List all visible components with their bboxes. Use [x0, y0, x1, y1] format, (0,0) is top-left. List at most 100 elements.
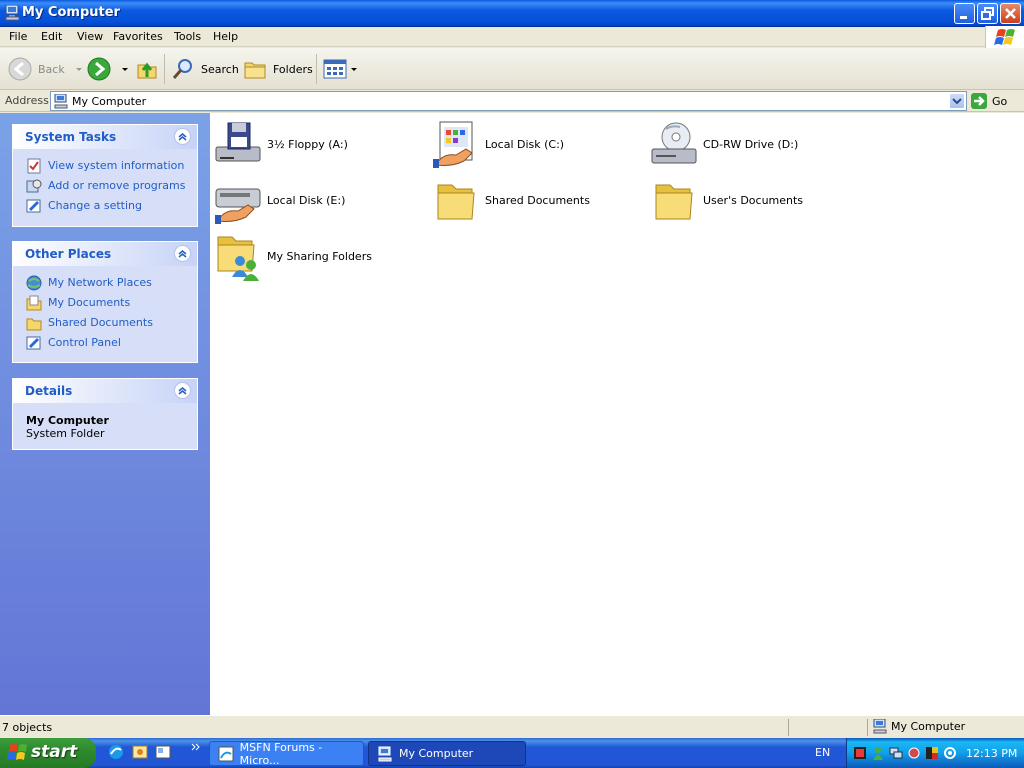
other-places-header[interactable]: Other Places — [13, 242, 197, 266]
chevron-down-icon — [952, 98, 962, 105]
tray-security-icon[interactable] — [925, 746, 939, 760]
clock[interactable]: 12:13 PM — [966, 747, 1017, 760]
collapse-icon[interactable] — [174, 382, 191, 399]
folder-icon — [26, 318, 42, 331]
object-count: 7 objects — [2, 721, 53, 734]
address-label: Address — [5, 94, 49, 107]
go-button[interactable]: Go — [970, 91, 1020, 111]
shared-disk-icon — [433, 121, 473, 168]
control-panel-icon — [26, 199, 41, 213]
folders-icon — [244, 62, 266, 79]
status-bar: 7 objects My Computer — [0, 715, 1024, 738]
start-button[interactable]: start — [0, 738, 96, 768]
show-desktop-icon[interactable] — [155, 744, 171, 760]
taskbar: start MSFN Forums - Micro... My Computer… — [0, 738, 1024, 768]
details-name: My Computer — [26, 414, 109, 427]
up-folder-icon — [137, 62, 157, 79]
address-input[interactable]: My Computer — [50, 91, 967, 111]
other-places-panel: Other Places My Network Places My Docume… — [12, 241, 198, 363]
folder-shared-documents[interactable]: Shared Documents — [428, 173, 638, 225]
folder-view: 3½ Floppy (A:) Local Disk (C:) CD-RW Dri… — [210, 113, 1024, 715]
control-panel-icon — [26, 336, 41, 350]
details-header[interactable]: Details — [13, 379, 197, 403]
place-shared-documents[interactable]: Shared Documents — [13, 313, 197, 333]
task-add-remove-programs[interactable]: Add or remove programs — [13, 176, 197, 196]
forward-button[interactable] — [87, 55, 130, 83]
task-pane: System Tasks View system information Add… — [0, 113, 210, 715]
system-tasks-panel: System Tasks View system information Add… — [12, 124, 198, 227]
menu-tools[interactable]: Tools — [174, 30, 201, 43]
place-my-documents[interactable]: My Documents — [13, 293, 197, 313]
tray-app-icon[interactable] — [853, 746, 867, 760]
tray-hardware-icon[interactable] — [907, 746, 921, 760]
close-icon — [1005, 8, 1016, 19]
explorer-window: My Computer File Edit View Favorites Too… — [0, 0, 1024, 738]
system-info-icon — [27, 158, 41, 174]
up-folder-button[interactable] — [135, 55, 159, 83]
windows-flag-icon — [994, 29, 1015, 45]
network-icon — [26, 275, 42, 291]
menu-file[interactable]: File — [9, 30, 27, 43]
system-tray: 12:13 PM — [846, 738, 1024, 768]
views-icon — [323, 59, 347, 79]
address-dropdown-button[interactable] — [949, 93, 965, 109]
place-control-panel[interactable]: Control Panel — [13, 333, 197, 353]
tray-messenger-icon[interactable] — [871, 746, 885, 760]
folders-button[interactable]: Folders — [243, 55, 313, 83]
views-button[interactable] — [323, 55, 358, 83]
details-panel: Details My Computer System Folder — [12, 378, 198, 450]
details-type: System Folder — [26, 427, 105, 440]
folder-users-documents[interactable]: User's Documents — [646, 173, 856, 225]
windows-flag-icon — [7, 744, 27, 760]
restore-button[interactable] — [977, 3, 998, 24]
sharing-folder-icon — [217, 236, 259, 281]
tray-settings-icon[interactable] — [943, 746, 957, 760]
drive-local-disk-e[interactable]: Local Disk (E:) — [210, 173, 420, 225]
drive-cd-rw-d[interactable]: CD-RW Drive (D:) — [646, 117, 856, 169]
media-quicklaunch-icon[interactable] — [132, 744, 148, 760]
task-change-setting[interactable]: Change a setting — [13, 196, 197, 216]
folder-icon — [655, 184, 693, 220]
taskbar-item-my-computer[interactable]: My Computer — [368, 741, 526, 766]
back-arrow-icon — [8, 57, 32, 81]
restore-icon — [981, 7, 994, 20]
floppy-drive-icon — [215, 122, 261, 162]
forward-arrow-icon — [87, 57, 111, 81]
drive-local-disk-c[interactable]: Local Disk (C:) — [428, 117, 638, 169]
title-bar[interactable]: My Computer — [0, 0, 1024, 27]
quicklaunch-overflow-icon[interactable] — [191, 742, 201, 752]
collapse-icon[interactable] — [174, 245, 191, 262]
taskbar-item-msfn-forums[interactable]: MSFN Forums - Micro... — [209, 741, 364, 767]
windows-logo — [985, 26, 1024, 48]
status-location: My Computer — [873, 719, 965, 734]
menu-help[interactable]: Help — [213, 30, 238, 43]
cd-drive-icon — [651, 122, 697, 164]
drive-floppy-a[interactable]: 3½ Floppy (A:) — [210, 117, 420, 169]
collapse-icon[interactable] — [174, 128, 191, 145]
minimize-button[interactable] — [954, 3, 975, 24]
browser-quicklaunch-icon[interactable] — [108, 744, 124, 760]
tray-network-icon[interactable] — [889, 746, 903, 760]
standard-toolbar: Back Search Folders — [0, 48, 1024, 90]
search-button[interactable]: Search — [171, 55, 239, 83]
my-computer-icon — [5, 5, 20, 21]
menu-bar: File Edit View Favorites Tools Help — [0, 27, 1024, 47]
close-button[interactable] — [1000, 3, 1021, 24]
search-icon — [172, 59, 192, 79]
place-my-network-places[interactable]: My Network Places — [13, 273, 197, 293]
chevron-down-icon — [75, 68, 82, 71]
menu-view[interactable]: View — [77, 30, 103, 43]
go-arrow-icon — [971, 93, 987, 109]
window-title: My Computer — [22, 5, 120, 20]
language-indicator[interactable]: EN — [815, 746, 830, 759]
documents-icon — [26, 295, 42, 311]
chevron-down-icon — [351, 68, 357, 71]
menu-edit[interactable]: Edit — [41, 30, 62, 43]
back-button[interactable]: Back — [8, 55, 84, 83]
address-value: My Computer — [72, 95, 147, 108]
system-tasks-header[interactable]: System Tasks — [13, 125, 197, 149]
folder-my-sharing-folders[interactable]: My Sharing Folders — [210, 229, 420, 281]
task-view-system-information[interactable]: View system information — [13, 156, 197, 176]
browser-window-icon — [218, 746, 234, 761]
menu-favorites[interactable]: Favorites — [113, 30, 163, 43]
